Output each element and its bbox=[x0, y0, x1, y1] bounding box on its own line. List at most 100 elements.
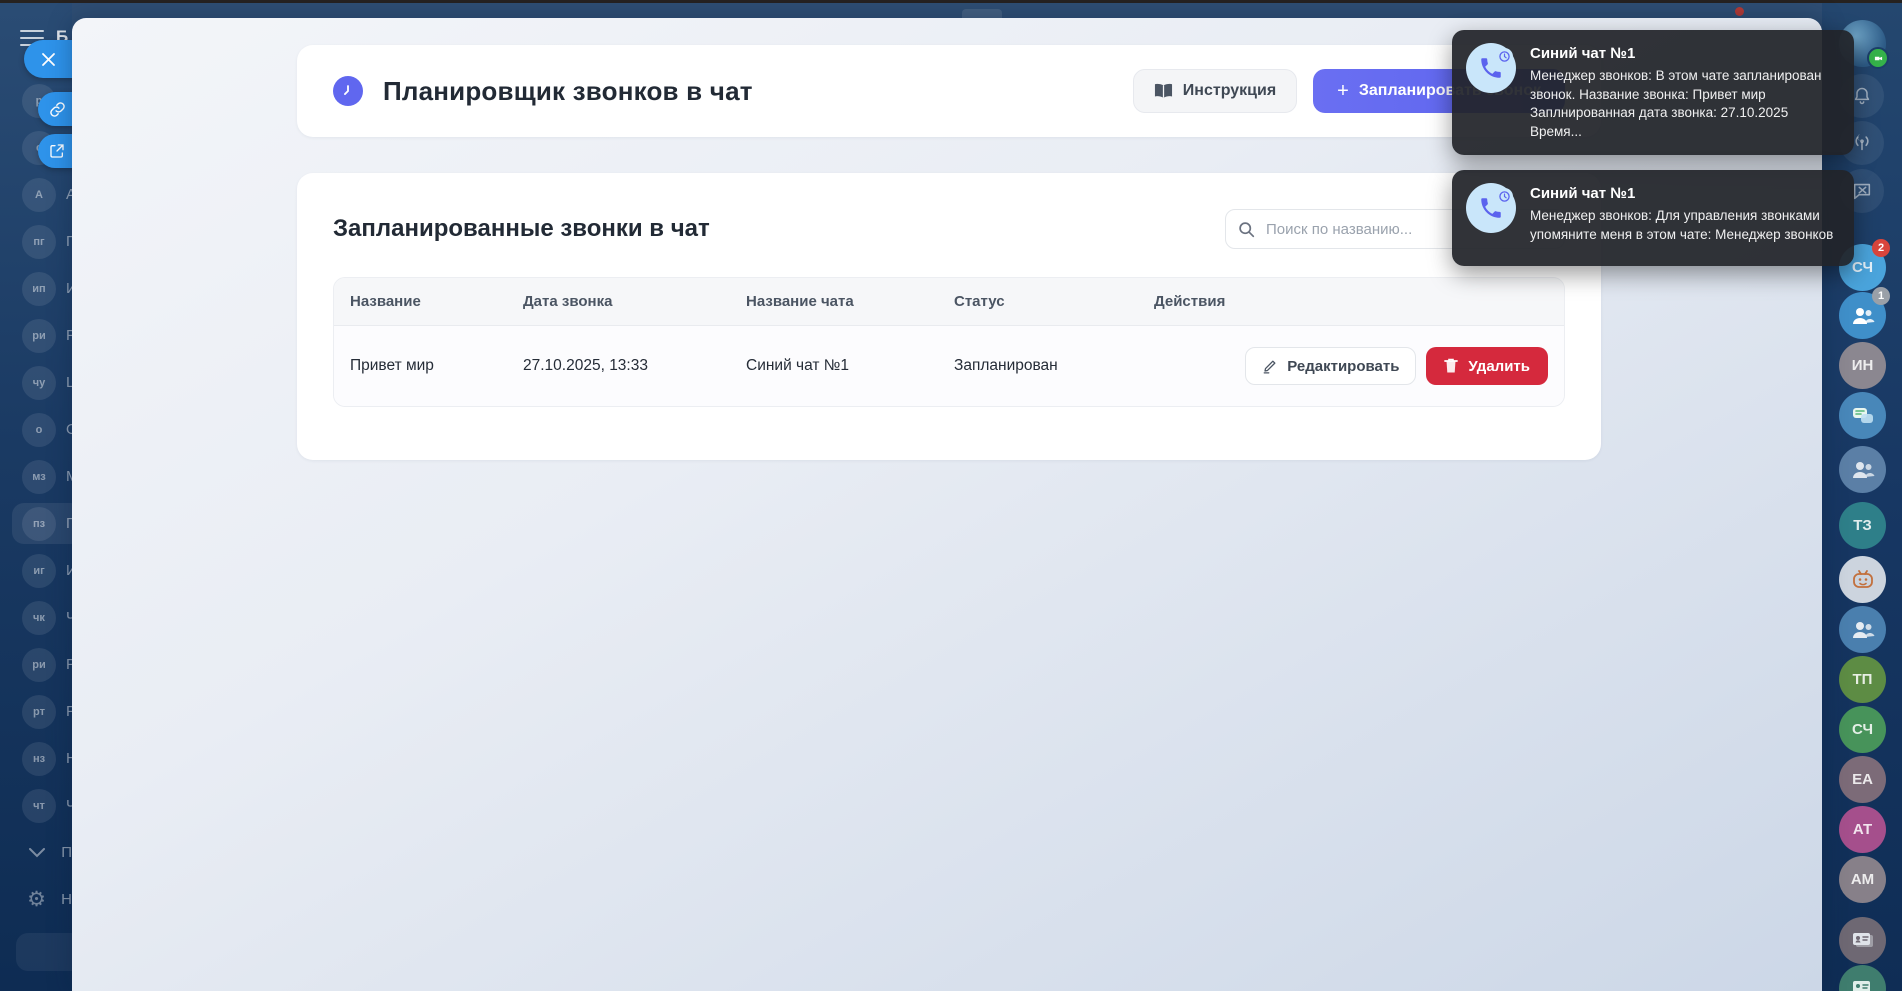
toast-body: Менеджер звонков: Для управления звонкам… bbox=[1530, 208, 1834, 242]
sidebar-chat-item[interactable]: чт Ч bbox=[0, 782, 72, 829]
sidebar-chat-item[interactable]: ри Р bbox=[0, 641, 72, 688]
book-icon bbox=[1154, 83, 1172, 98]
avatar-initials: СЧ bbox=[1852, 721, 1873, 738]
sidebar-chat-item[interactable]: о О bbox=[0, 406, 72, 453]
sidebar-chat-item[interactable]: иг И bbox=[0, 547, 72, 594]
window-edge bbox=[0, 0, 1902, 3]
chat-avatar[interactable]: ТП bbox=[1839, 656, 1886, 703]
link-icon bbox=[50, 101, 65, 117]
external-link-icon bbox=[50, 144, 64, 158]
settings-label: Н bbox=[61, 891, 72, 908]
chat-bubbles-avatar[interactable] bbox=[1839, 392, 1886, 439]
chat-avatar: ри bbox=[22, 647, 56, 682]
notification-toast[interactable]: Синий чат №1 Менеджер звонков: В этом ча… bbox=[1452, 30, 1854, 155]
chat-avatar: пз bbox=[22, 506, 56, 541]
people-icon bbox=[1852, 307, 1874, 324]
page-title: Планировщик звонков в чат bbox=[383, 75, 753, 106]
sidebar-chat-item[interactable]: А А bbox=[0, 171, 72, 218]
robot-icon bbox=[1852, 569, 1873, 588]
table-row: Привет мир 27.10.2025, 13:33 Синий чат №… bbox=[334, 326, 1564, 406]
sidebar-chat-item[interactable]: ип И bbox=[0, 265, 72, 312]
chevron-down-icon bbox=[22, 847, 51, 858]
delete-button[interactable]: Удалить bbox=[1426, 347, 1548, 385]
sidebar-chat-item[interactable]: нз Н bbox=[0, 735, 72, 782]
chat-avatar: нз bbox=[22, 741, 56, 776]
col-date: Дата звонка bbox=[523, 293, 613, 310]
call-manager-icon bbox=[1466, 183, 1516, 233]
sidebar-chat-item[interactable]: пг П bbox=[0, 218, 72, 265]
chat-avatar: А bbox=[22, 177, 56, 212]
chat-avatar: чт bbox=[22, 788, 56, 823]
miniapp-panel: Планировщик звонков в чат Инструкция + З… bbox=[72, 18, 1822, 991]
chat-avatar: о bbox=[22, 412, 56, 447]
delete-label: Удалить bbox=[1468, 357, 1530, 375]
people-icon bbox=[1852, 461, 1874, 478]
chat-list: р Р с С А А пг П ип И ри bbox=[0, 77, 72, 829]
sidebar-settings-row[interactable]: ⚙ Н bbox=[0, 876, 72, 923]
col-actions: Действия bbox=[1154, 293, 1226, 310]
cell-status: Запланирован bbox=[954, 357, 1058, 374]
avatar-initials: ТЗ bbox=[1853, 517, 1872, 534]
contact-card-avatar[interactable] bbox=[1839, 965, 1886, 991]
sidebar-collapse-row[interactable]: П bbox=[0, 829, 72, 876]
group-chat-avatar[interactable] bbox=[1839, 606, 1886, 653]
avatar-initials: АТ bbox=[1852, 821, 1873, 838]
avatar-initials: ИН bbox=[1851, 357, 1874, 374]
trash-icon bbox=[1444, 358, 1459, 373]
group-chat-avatar[interactable]: 1 bbox=[1839, 287, 1890, 339]
sidebar-chat-item[interactable]: пз П bbox=[0, 500, 72, 547]
edit-icon bbox=[1263, 360, 1276, 374]
recording-dot bbox=[1735, 7, 1744, 16]
sidebar-bottom-button[interactable] bbox=[16, 933, 72, 971]
sidebar-chat-item[interactable]: чу Ц bbox=[0, 359, 72, 406]
col-name: Название bbox=[350, 293, 421, 310]
clock-mini-icon bbox=[1496, 188, 1513, 205]
chat-bubbles-icon bbox=[1852, 407, 1873, 423]
avatar-initials: СЧ bbox=[1852, 259, 1873, 276]
calls-table: Название Дата звонка Название чата Стату… bbox=[333, 277, 1565, 407]
unread-badge: 2 bbox=[1872, 239, 1890, 257]
sidebar-chat-item[interactable]: ри Р bbox=[0, 312, 72, 359]
chat-avatar[interactable]: ТЗ bbox=[1839, 502, 1886, 549]
sidebar-chat-item[interactable]: чк Ч bbox=[0, 594, 72, 641]
avatar-initials: ЕА bbox=[1852, 771, 1873, 788]
chat-avatar[interactable]: ЕА bbox=[1839, 756, 1886, 803]
contact-card-icon bbox=[1852, 981, 1870, 991]
contact-card-icon bbox=[1852, 933, 1873, 947]
sidebar-chat-item[interactable]: мз М bbox=[0, 453, 72, 500]
chat-avatar[interactable]: АТ bbox=[1839, 806, 1886, 853]
chat-avatar: чу bbox=[22, 365, 56, 400]
video-status-badge bbox=[1867, 47, 1889, 69]
chat-avatar: ип bbox=[22, 271, 56, 306]
cell-name: Привет мир bbox=[350, 357, 434, 374]
scheduled-calls-card: Запланированные звонки в чат Название Да… bbox=[297, 173, 1601, 460]
edit-label: Редактировать bbox=[1287, 357, 1400, 375]
people-icon bbox=[1852, 621, 1874, 638]
instruction-button[interactable]: Инструкция bbox=[1132, 69, 1298, 113]
col-status: Статус bbox=[954, 293, 1005, 310]
clock-mini-icon bbox=[1496, 48, 1513, 65]
avatar-initials: ТП bbox=[1852, 671, 1873, 688]
close-icon bbox=[42, 52, 55, 66]
collapse-label: П bbox=[61, 844, 72, 861]
bot-avatar[interactable] bbox=[1839, 556, 1886, 603]
group-chat-avatar[interactable] bbox=[1839, 446, 1886, 493]
cell-chat: Синий чат №1 bbox=[746, 357, 850, 374]
contact-card-avatar[interactable] bbox=[1839, 917, 1886, 964]
section-heading: Запланированные звонки в чат bbox=[333, 215, 710, 242]
toast-title: Синий чат №1 bbox=[1530, 185, 1636, 202]
chat-avatar: иг bbox=[22, 553, 56, 588]
chat-avatar: мз bbox=[22, 459, 56, 494]
avatar-initials: АМ bbox=[1850, 871, 1875, 888]
chat-avatar: ри bbox=[22, 318, 56, 353]
notification-toast[interactable]: Синий чат №1 Менеджер звонков: Для управ… bbox=[1452, 170, 1854, 266]
instruction-label: Инструкция bbox=[1182, 82, 1277, 99]
cell-date: 27.10.2025, 13:33 bbox=[523, 357, 648, 374]
chat-avatar[interactable]: ИН bbox=[1839, 342, 1886, 389]
mention-badge: 1 bbox=[1872, 287, 1890, 305]
chat-avatar[interactable]: СЧ bbox=[1839, 706, 1886, 753]
plus-icon: + bbox=[1337, 80, 1349, 102]
chat-avatar[interactable]: АМ bbox=[1839, 856, 1886, 903]
edit-button[interactable]: Редактировать bbox=[1245, 347, 1417, 385]
sidebar-chat-item[interactable]: рт Р bbox=[0, 688, 72, 735]
